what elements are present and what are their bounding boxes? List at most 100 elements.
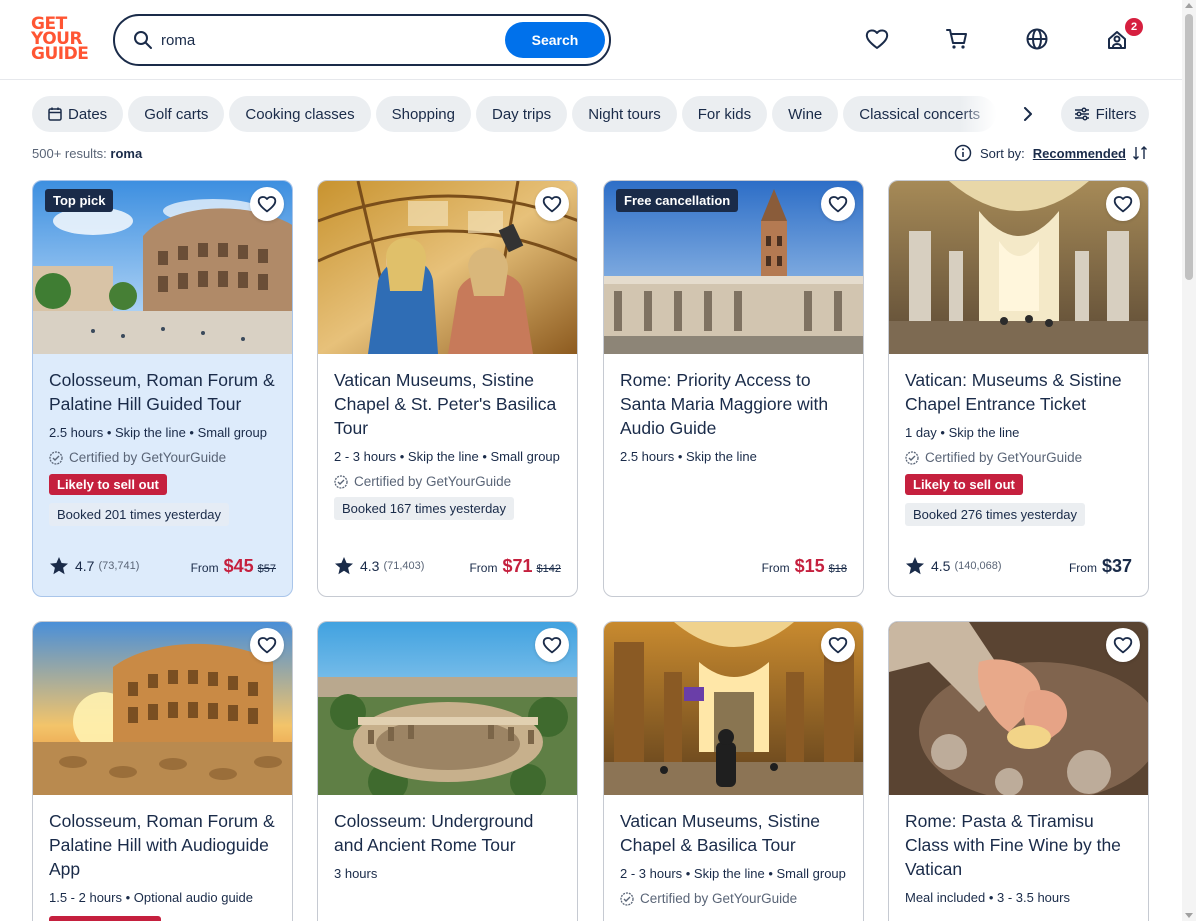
activity-card[interactable]: Rome: Pasta & Tiramisu Class with Fine W… bbox=[888, 621, 1149, 921]
card-meta: 1 day • Skip the line bbox=[905, 425, 1020, 440]
activity-card[interactable]: Top pick Colosseum, Roman Forum & Palati… bbox=[32, 180, 293, 597]
activity-card[interactable]: Free cancellation Rome: Priority Access … bbox=[603, 180, 864, 597]
rating-value: 4.3 bbox=[360, 558, 380, 574]
price-current: $15 bbox=[794, 555, 825, 576]
sort-arrows-icon bbox=[1133, 146, 1147, 160]
heart-icon[interactable] bbox=[535, 187, 569, 221]
heart-icon[interactable] bbox=[535, 628, 569, 662]
certified-label: Certified by GetYourGuide bbox=[620, 891, 847, 906]
booked-badge: Booked 167 times yesterday bbox=[334, 497, 515, 520]
chevron-right-icon[interactable] bbox=[1016, 102, 1040, 126]
card-image bbox=[889, 181, 1148, 354]
chip-for-kids[interactable]: For kids bbox=[681, 96, 768, 132]
price-from: From bbox=[761, 560, 790, 575]
price-original: $142 bbox=[536, 562, 561, 575]
calendar-icon bbox=[48, 107, 62, 121]
scroll-up-arrow[interactable] bbox=[1185, 3, 1193, 8]
scroll-down-arrow[interactable] bbox=[1185, 913, 1193, 918]
card-meta: 2 - 3 hours • Skip the line • Small grou… bbox=[620, 866, 846, 881]
filters-button[interactable]: Filters bbox=[1061, 96, 1149, 132]
card-image bbox=[33, 622, 292, 795]
free-cancellation-badge: Free cancellation bbox=[616, 189, 739, 212]
heart-icon[interactable] bbox=[821, 628, 855, 662]
chip-shopping[interactable]: Shopping bbox=[375, 96, 471, 132]
chip-label: Dates bbox=[68, 105, 108, 123]
rating-value: 4.7 bbox=[75, 558, 95, 574]
info-icon[interactable] bbox=[954, 144, 972, 162]
activity-card[interactable]: Colosseum: Underground and Ancient Rome … bbox=[317, 621, 578, 921]
certified-check-icon bbox=[49, 450, 63, 465]
cart-icon[interactable] bbox=[944, 26, 970, 52]
rating: 4.5 (140,068) bbox=[905, 556, 1002, 576]
price-from: From bbox=[1068, 560, 1097, 575]
card-title[interactable]: Vatican Museums, Sistine Chapel & St. Pe… bbox=[334, 368, 561, 440]
card-title[interactable]: Rome: Priority Access to Santa Maria Mag… bbox=[620, 368, 847, 440]
category-chips: Dates Golf carts Cooking classes Shopping D… bbox=[32, 96, 1012, 132]
certified-text: Certified by GetYourGuide bbox=[69, 450, 227, 465]
card-title[interactable]: Colosseum: Underground and Ancient Rome … bbox=[334, 809, 561, 857]
heart-icon[interactable] bbox=[250, 187, 284, 221]
top-pick-badge: Top pick bbox=[45, 189, 114, 212]
price-current: $71 bbox=[502, 555, 533, 576]
booked-badge: Booked 201 times yesterday bbox=[49, 503, 230, 526]
sliders-icon bbox=[1074, 107, 1089, 121]
chips-fade bbox=[960, 96, 1012, 132]
price-from: From bbox=[190, 560, 219, 575]
card-title[interactable]: Vatican Museums, Sistine Chapel & Basili… bbox=[620, 809, 847, 857]
chip-dates[interactable]: Dates bbox=[32, 96, 124, 132]
certified-label: Certified by GetYourGuide bbox=[334, 474, 561, 489]
search-bar[interactable]: Search bbox=[113, 14, 611, 66]
sort-control[interactable]: Sort by: Recommended bbox=[954, 144, 1148, 162]
wishlist-heart-icon[interactable] bbox=[864, 26, 890, 52]
globe-icon[interactable] bbox=[1024, 26, 1050, 52]
page-scrollbar[interactable] bbox=[1182, 0, 1196, 921]
sort-value[interactable]: Recommended bbox=[1033, 146, 1126, 161]
activity-card[interactable]: Vatican: Museums & Sistine Chapel Entran… bbox=[888, 180, 1149, 597]
rating-value: 4.5 bbox=[931, 558, 951, 574]
card-meta: 2.5 hours • Skip the line bbox=[620, 449, 757, 464]
heart-icon[interactable] bbox=[1106, 187, 1140, 221]
card-meta: Meal included • 3 - 3.5 hours bbox=[905, 890, 1070, 905]
chip-night-tours[interactable]: Night tours bbox=[572, 96, 677, 132]
activity-card[interactable]: Vatican Museums, Sistine Chapel & Basili… bbox=[603, 621, 864, 921]
star-icon bbox=[335, 557, 353, 575]
card-meta: 3 hours bbox=[334, 866, 378, 881]
search-input[interactable] bbox=[161, 28, 501, 52]
price-current: $45 bbox=[223, 555, 254, 576]
price-from: From bbox=[469, 560, 498, 575]
chip-cooking-classes[interactable]: Cooking classes bbox=[229, 96, 371, 132]
price-original: $57 bbox=[257, 562, 276, 575]
heart-icon[interactable] bbox=[1106, 628, 1140, 662]
scrollbar-thumb[interactable] bbox=[1185, 14, 1193, 280]
chip-day-trips[interactable]: Day trips bbox=[476, 96, 568, 132]
price: From $71 $142 bbox=[469, 556, 561, 577]
card-image bbox=[318, 622, 577, 795]
activity-card[interactable]: Vatican Museums, Sistine Chapel & St. Pe… bbox=[317, 180, 578, 597]
card-image bbox=[889, 622, 1148, 795]
booked-badge: Booked 276 times yesterday bbox=[905, 503, 1086, 526]
price-current: $37 bbox=[1101, 555, 1132, 576]
price-original: $18 bbox=[828, 562, 847, 575]
results-count-text: 500+ results: bbox=[32, 146, 107, 161]
price: From $15 $18 bbox=[762, 556, 847, 577]
cart-count-badge: 2 bbox=[1125, 18, 1143, 36]
search-button[interactable]: Search bbox=[505, 22, 605, 58]
card-title[interactable]: Colosseum, Roman Forum & Palatine Hill w… bbox=[49, 809, 276, 881]
card-title[interactable]: Rome: Pasta & Tiramisu Class with Fine W… bbox=[905, 809, 1132, 881]
sell-out-badge bbox=[49, 916, 161, 921]
heart-icon[interactable] bbox=[821, 187, 855, 221]
activity-card[interactable]: Colosseum, Roman Forum & Palatine Hill w… bbox=[32, 621, 293, 921]
card-meta: 2.5 hours • Skip the line • Small group bbox=[49, 425, 267, 440]
card-title[interactable]: Vatican: Museums & Sistine Chapel Entran… bbox=[905, 368, 1132, 416]
heart-icon[interactable] bbox=[250, 628, 284, 662]
getyourguide-logo[interactable]: GET YOUR GUIDE bbox=[31, 16, 91, 63]
sell-out-badge: Likely to sell out bbox=[905, 474, 1023, 495]
certified-check-icon bbox=[905, 450, 919, 465]
certified-check-icon bbox=[620, 891, 634, 906]
chip-golf-carts[interactable]: Golf carts bbox=[128, 96, 225, 132]
card-title[interactable]: Colosseum, Roman Forum & Palatine Hill G… bbox=[49, 368, 276, 416]
price: From $37 bbox=[1069, 556, 1132, 577]
chip-wine[interactable]: Wine bbox=[772, 96, 839, 132]
sort-label: Sort by: bbox=[980, 145, 1025, 161]
certified-label: Certified by GetYourGuide bbox=[49, 450, 276, 465]
